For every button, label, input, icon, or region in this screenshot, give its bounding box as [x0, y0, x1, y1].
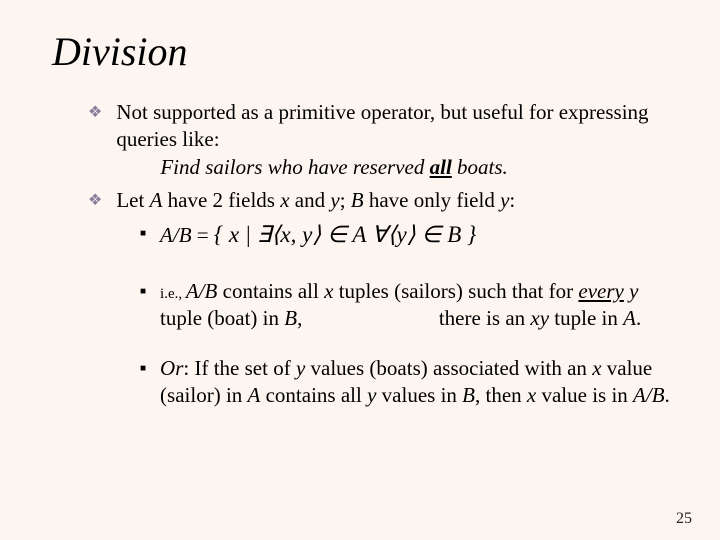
b2-colon: :	[509, 188, 515, 212]
b2-semi: ;	[340, 188, 351, 212]
sub-1: ■ A/B = { x | ∃⟨x, y⟩ ∈ A ∀⟨y⟩ ∈ B }	[140, 220, 680, 250]
diamond-icon: ❖	[88, 191, 102, 212]
s2-p3: tuple (boat) in	[160, 306, 284, 330]
s3-ab: A/B	[633, 383, 665, 407]
bullet-1-example: Find sailors who have reserved all boats…	[160, 154, 680, 181]
square-icon: ■	[140, 285, 146, 298]
square-icon: ■	[140, 227, 146, 240]
page-number: 25	[676, 510, 692, 528]
s2-gap	[302, 306, 439, 330]
s3-p4: contains all	[260, 383, 367, 407]
sub-2-body: i.e., A/B contains all x tuples (sailors…	[160, 278, 680, 333]
example-prefix: Find sailors who have reserved	[160, 155, 429, 179]
s2-p1: contains all	[217, 279, 324, 303]
diamond-icon: ❖	[88, 103, 102, 124]
s3-or: Or	[160, 356, 183, 380]
s2-ie: i.e.,	[160, 286, 186, 302]
division-formula: { x | ∃⟨x, y⟩ ∈ A ∀⟨y⟩ ∈ B }	[214, 222, 476, 247]
s2-ab: A/B	[186, 279, 218, 303]
bullet-2: ❖ Let A have 2 fields x and y; B have on…	[88, 187, 680, 214]
s2-p4: there is an	[439, 306, 531, 330]
sub-bullet-list: ■ A/B = { x | ∃⟨x, y⟩ ∈ A ∀⟨y⟩ ∈ B } ■ i…	[140, 220, 680, 409]
s3-p2: values (boats) associated with an	[305, 356, 592, 380]
s2-dot: .	[636, 306, 641, 330]
s2-xy: xy	[530, 306, 549, 330]
s3-dot: .	[665, 383, 670, 407]
s2-p2: tuples (sailors) such that for	[333, 279, 578, 303]
bullet-1-text: Not supported as a primitive operator, b…	[116, 100, 648, 151]
b2-t2: have 2 fields	[162, 188, 280, 212]
s2-y: y	[629, 279, 638, 303]
square-icon: ■	[140, 362, 146, 375]
bullet-1: ❖ Not supported as a primitive operator,…	[88, 99, 680, 181]
b2-B: B	[351, 188, 364, 212]
s3-p6: , then	[475, 383, 527, 407]
s3-A: A	[248, 383, 261, 407]
sub-3: ■ Or: If the set of y values (boats) ass…	[140, 355, 680, 410]
b2-A: A	[150, 188, 163, 212]
s3-y: y	[296, 356, 305, 380]
b2-y: y	[330, 188, 339, 212]
sub-2: ■ i.e., A/B contains all x tuples (sailo…	[140, 278, 680, 333]
b2-x: x	[280, 188, 289, 212]
slide-title: Division	[52, 28, 680, 75]
s1-ab: A/B	[160, 223, 192, 247]
s1-eq: =	[192, 223, 214, 247]
sub-1-body: A/B = { x | ∃⟨x, y⟩ ∈ A ∀⟨y⟩ ∈ B }	[160, 220, 680, 250]
s3-p5: values in	[376, 383, 462, 407]
s3-p7: value is in	[536, 383, 633, 407]
s2-p5: tuple in	[549, 306, 623, 330]
s3-B: B	[462, 383, 475, 407]
sub-3-body: Or: If the set of y values (boats) assoc…	[160, 355, 680, 410]
s3-x2: x	[527, 383, 536, 407]
b2-t1: Let	[116, 188, 149, 212]
example-suffix: boats.	[452, 155, 508, 179]
main-bullet-list: ❖ Not supported as a primitive operator,…	[88, 99, 680, 214]
s2-every: every	[578, 279, 623, 303]
bullet-2-body: Let A have 2 fields x and y; B have only…	[116, 187, 680, 214]
b2-t3: have only field	[364, 188, 500, 212]
s3-p1: : If the set of	[183, 356, 296, 380]
s3-x: x	[592, 356, 601, 380]
example-all: all	[430, 155, 452, 179]
s2-B: B	[284, 306, 297, 330]
s2-A: A	[623, 306, 636, 330]
bullet-1-body: Not supported as a primitive operator, b…	[116, 99, 680, 181]
b2-y2: y	[500, 188, 509, 212]
b2-and: and	[290, 188, 331, 212]
